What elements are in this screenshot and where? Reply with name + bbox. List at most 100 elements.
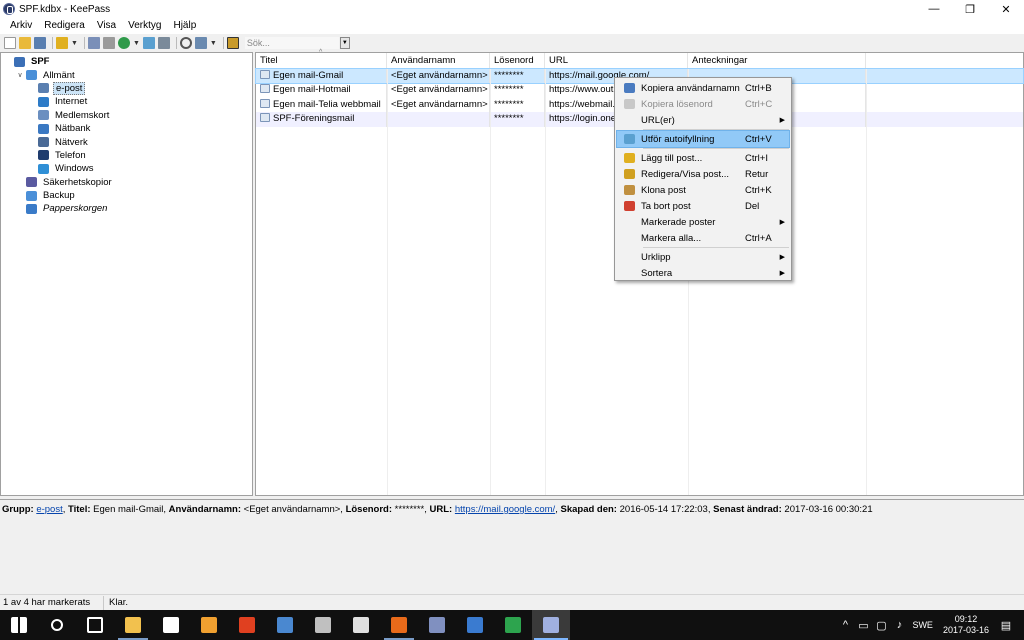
taskbar-button[interactable] xyxy=(228,610,266,640)
title-bar: SPF.kdbx - KeePass — ❐ ✕ xyxy=(0,0,1024,18)
cell-password: ******** xyxy=(490,83,545,98)
tree-node-label: Papperskorgen xyxy=(43,203,108,215)
language-indicator[interactable]: SWE xyxy=(912,620,933,630)
show-entries-dropdown-icon[interactable]: ▼ xyxy=(210,40,217,47)
taskbar-button[interactable] xyxy=(380,610,418,640)
taskbar-button[interactable] xyxy=(494,610,532,640)
office-icon xyxy=(239,617,255,633)
column-header-url[interactable]: URL xyxy=(545,53,688,68)
tree-node[interactable]: Medlemskort xyxy=(1,109,252,122)
tree-node[interactable]: e-post xyxy=(1,81,252,95)
menu-visa[interactable]: Visa xyxy=(91,18,122,34)
context-menu-item[interactable]: Lägg till post... Ctrl+I xyxy=(617,150,789,166)
find-icon[interactable] xyxy=(179,37,192,49)
context-menu-item[interactable]: Sortera ▶ xyxy=(617,265,789,281)
context-menu-item[interactable]: Klona post Ctrl+K xyxy=(617,182,789,198)
context-menu-label: Ta bort post xyxy=(641,200,691,212)
tree-node[interactable]: Papperskorgen xyxy=(1,202,252,215)
taskbar-button[interactable] xyxy=(532,610,570,640)
close-button[interactable]: ✕ xyxy=(988,0,1024,18)
taskbar-button[interactable] xyxy=(266,610,304,640)
taskbar-button[interactable] xyxy=(76,610,114,640)
tree-node[interactable]: Internet xyxy=(1,95,252,108)
context-menu-shortcut: Retur xyxy=(745,168,769,180)
tree-node[interactable]: Nätbank xyxy=(1,122,252,135)
context-menu-item[interactable]: Markera alla... Ctrl+A xyxy=(617,230,789,246)
detail-user-value: <Eget användarnamn>, xyxy=(243,504,343,515)
add-entry-dropdown-icon[interactable]: ▼ xyxy=(71,40,78,47)
context-menu-item[interactable]: Redigera/Visa post... Retur xyxy=(617,166,789,182)
cell-text: ******** xyxy=(494,70,524,81)
cell-text: ******** xyxy=(494,113,524,125)
detail-modified-value: 2017-03-16 00:30:21 xyxy=(784,504,873,515)
context-menu-icon-slot xyxy=(617,185,641,195)
column-header-losenord[interactable]: Lösenord xyxy=(490,53,545,68)
minimize-button[interactable]: — xyxy=(916,0,952,18)
context-menu-item[interactable]: Kopiera användarnamn Ctrl+B xyxy=(617,80,789,96)
sync-icon[interactable] xyxy=(157,37,170,49)
tree-node-label: Nätbank xyxy=(55,123,91,135)
taskbar-button[interactable] xyxy=(418,610,456,640)
tree-node[interactable]: Backup xyxy=(1,189,252,202)
autotype-icon[interactable] xyxy=(142,37,155,49)
clock[interactable]: 09:12 2017-03-16 xyxy=(943,614,989,636)
taskbar-button[interactable] xyxy=(114,610,152,640)
taskbar-button[interactable] xyxy=(0,610,38,640)
taskbar-button[interactable] xyxy=(152,610,190,640)
taskbar-button[interactable] xyxy=(304,610,342,640)
search-icon xyxy=(51,619,63,631)
tablet-icon[interactable]: ▭ xyxy=(855,617,871,633)
tree-node[interactable]: Nätverk xyxy=(1,135,252,148)
detail-group-link[interactable]: e-post xyxy=(36,504,62,515)
detail-url-link[interactable]: https://mail.google.com/ xyxy=(455,504,555,515)
tree-node-label: Backup xyxy=(43,190,75,202)
show-entries-icon[interactable] xyxy=(194,37,207,49)
context-menu-shortcut: Ctrl+K xyxy=(745,184,772,196)
open-url-icon[interactable] xyxy=(117,37,130,49)
taskbar-button[interactable] xyxy=(456,610,494,640)
autotype-icon xyxy=(623,134,635,144)
open-folder-icon[interactable] xyxy=(19,37,31,49)
save-icon[interactable] xyxy=(34,37,46,49)
search-input[interactable]: Sök... xyxy=(243,36,340,50)
context-menu-item[interactable]: Urklipp ▶ xyxy=(617,249,789,265)
context-menu-item[interactable]: URL(er) ▶ xyxy=(617,112,789,128)
cell-text: Egen mail-Telia webbmail xyxy=(273,98,381,110)
percent-icon xyxy=(38,123,49,134)
tree-node[interactable]: Säkerhetskopior xyxy=(1,176,252,189)
delete-entry-icon xyxy=(623,201,635,211)
tree-node[interactable]: Windows xyxy=(1,162,252,175)
tree-node[interactable]: SPF xyxy=(1,55,252,68)
menu-verktyg[interactable]: Verktyg xyxy=(122,18,167,34)
copy-username-icon[interactable] xyxy=(87,37,100,49)
tree-expander-icon[interactable]: ∨ xyxy=(16,71,24,79)
notification-icon[interactable]: ▤ xyxy=(998,617,1014,633)
tree-node[interactable]: Telefon xyxy=(1,149,252,162)
context-menu-item[interactable]: Ta bort post Del xyxy=(617,198,789,214)
column-header-anvandarnamn[interactable]: Användarnamn xyxy=(387,53,490,68)
taskbar-button[interactable] xyxy=(38,610,76,640)
volume-icon[interactable]: ♪ xyxy=(891,617,907,633)
menu-redigera[interactable]: Redigera xyxy=(38,18,91,34)
show-hidden-icons-icon[interactable]: ^ xyxy=(837,617,853,633)
cell-password: ******** xyxy=(490,69,545,84)
cell-text: Egen mail-Gmail xyxy=(273,70,344,81)
taskbar-button[interactable] xyxy=(342,610,380,640)
context-menu-item[interactable]: Markerade poster ▶ xyxy=(617,214,789,230)
lock-icon[interactable] xyxy=(226,37,239,49)
new-database-icon[interactable] xyxy=(4,37,16,49)
taskbar-button[interactable] xyxy=(190,610,228,640)
url-dropdown-icon[interactable]: ▼ xyxy=(133,40,140,47)
column-header-anteckningar[interactable]: Anteckningar xyxy=(688,53,866,68)
menu-arkiv[interactable]: Arkiv xyxy=(0,18,38,34)
network-icon[interactable]: ▢ xyxy=(873,617,889,633)
search-dropdown-icon[interactable]: ▼ xyxy=(339,37,350,49)
context-menu-item[interactable]: Utför autoifyllning Ctrl+V xyxy=(616,130,790,148)
keepass-active-icon xyxy=(543,617,559,633)
tree-node[interactable]: ∨ Allmänt xyxy=(1,68,252,81)
restore-button[interactable]: ❐ xyxy=(952,0,988,18)
menu-hjalp[interactable]: Hjälp xyxy=(167,18,202,34)
menu-separator xyxy=(643,129,789,130)
add-entry-icon[interactable] xyxy=(56,37,68,49)
copy-password-icon[interactable] xyxy=(102,37,115,49)
